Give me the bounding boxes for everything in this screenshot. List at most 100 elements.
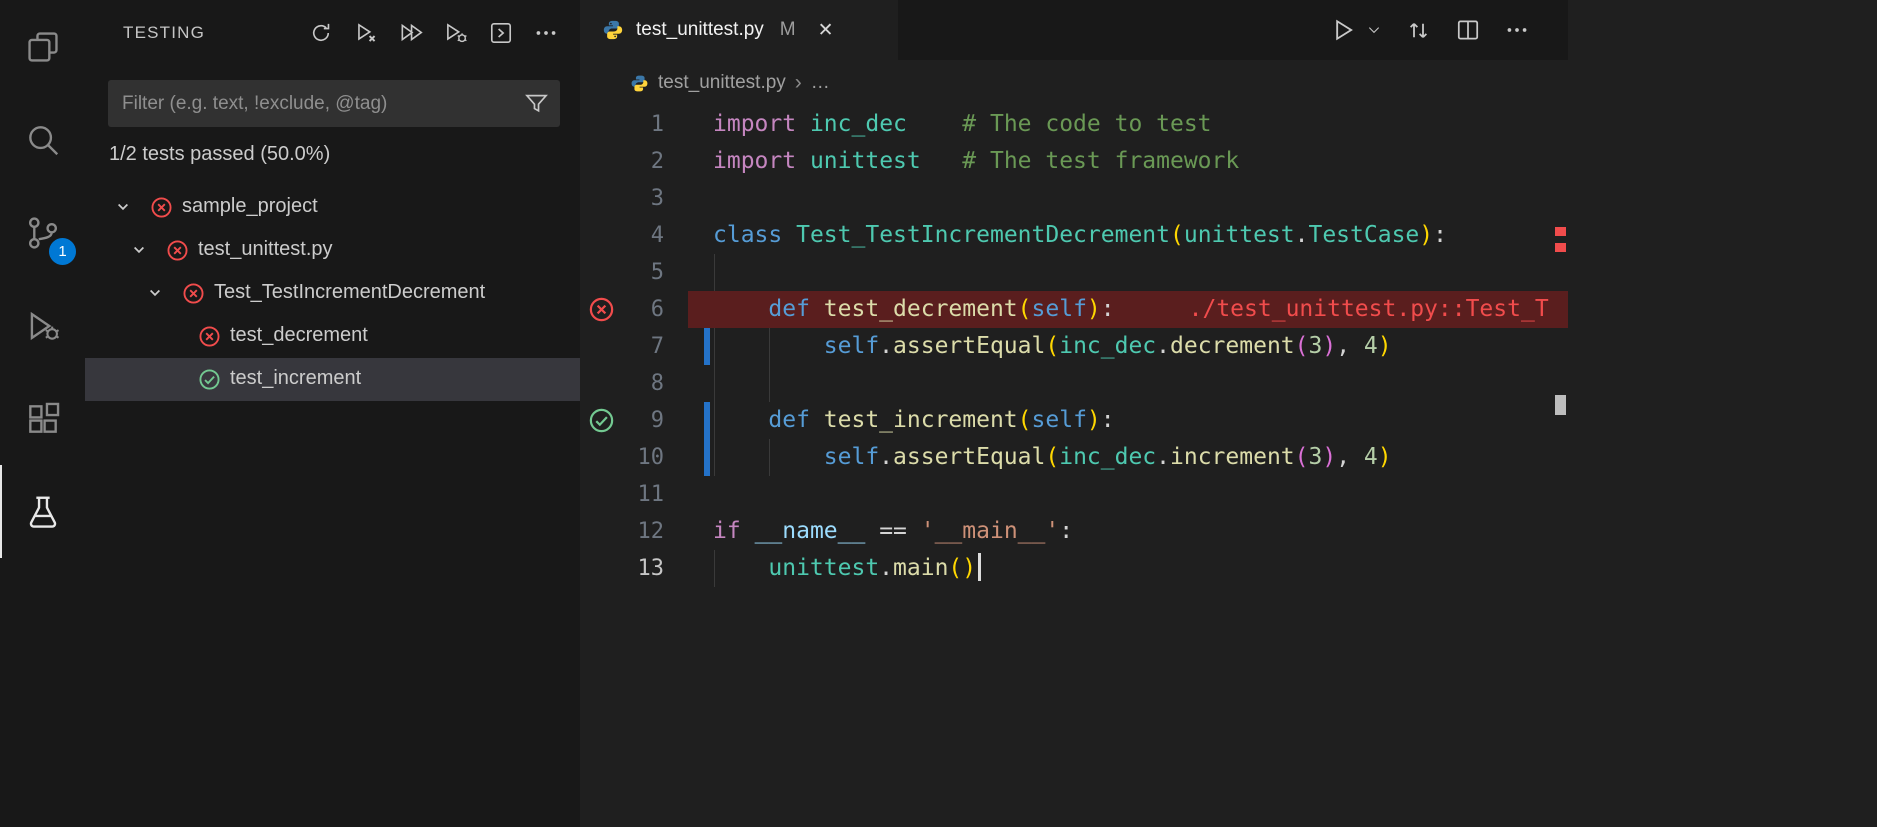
editor-group: test_unittest.py M ✕ test_unittest.py › … [580,0,1568,827]
filter-funnel-icon[interactable] [523,90,550,122]
goto-test-button[interactable] [487,19,515,47]
token: , [1336,333,1364,359]
token: . [1156,333,1171,359]
overview-ruler[interactable] [1552,0,1568,827]
code-text: def test_decrement(self): ./test_unittest… [713,291,1549,328]
breadcrumb-file[interactable]: test_unittest.py [658,72,786,94]
tree-item-label: test_unittest.py [198,238,333,260]
code-line-6[interactable]: 6 def test_decrement(self): ./test_unitte… [580,291,1568,328]
code-line-11[interactable]: 11 [580,476,1568,513]
chevron-down-icon[interactable] [145,283,165,303]
rerun-failed-tests-button[interactable] [352,19,380,47]
token: Test_TestIncrementDecrement [796,222,1170,248]
activity-testing-button[interactable] [0,465,85,558]
test-fail-icon [198,325,221,348]
chevron-down-icon[interactable] [129,240,149,260]
activity-source-control-button[interactable]: 1 [0,186,85,279]
tree-item-label: Test_TestIncrementDecrement [214,281,486,303]
test-fail-icon [182,282,205,305]
test-filter-input[interactable] [108,80,560,127]
code-line-2[interactable]: 2 import unittest # The test framework [580,143,1568,180]
play-icon [1336,19,1353,41]
ruler-cursor-mark [1555,395,1566,415]
code-line-13[interactable]: 13 unittest.main() [580,550,1568,587]
line-number: 2 [650,149,664,174]
code-line-4[interactable]: 4 class Test_TestIncrementDecrement(unitt… [580,217,1568,254]
token: () [948,555,977,581]
tab-test-unittest[interactable]: test_unittest.py M ✕ [580,0,898,60]
editor-more-actions-button[interactable] [1504,17,1530,43]
token: import [713,148,797,174]
code-text: import inc_dec # The code to test [713,106,1212,143]
tab-title: test_unittest.py [636,19,764,40]
token: if [713,518,741,544]
token: self [1031,407,1087,433]
code-line-9[interactable]: 9 def test_increment(self): [580,402,1568,439]
token: test_decrement [823,296,1018,322]
activity-explorer-button[interactable] [0,0,85,93]
breadcrumb: test_unittest.py › … [580,60,1568,106]
token: ( [1017,407,1032,433]
code-line-3[interactable]: 3 [580,180,1568,217]
run-options-dropdown[interactable] [1366,22,1382,38]
token: # The test framework [962,148,1240,174]
token: '__main__' [920,518,1060,544]
open-changes-button[interactable] [1405,17,1432,44]
gutter-test-fail-icon[interactable] [588,296,615,323]
tab-close-icon[interactable]: ✕ [818,19,834,42]
tree-item-label: test_decrement [230,324,368,346]
chevron-down-icon[interactable] [113,197,133,217]
token: , [1336,444,1364,470]
line-number: 7 [650,334,664,359]
run-all-tests-button[interactable] [397,19,425,47]
line-number: 1 [650,112,664,137]
tab-bar: test_unittest.py M ✕ [580,0,1568,60]
code-line-8[interactable]: 8 [580,365,1568,402]
gutter-test-pass-icon[interactable] [588,407,615,434]
tree-item-test_unittest.py[interactable]: test_unittest.py [85,229,580,272]
test-fail-icon [150,196,173,219]
code-line-7[interactable]: 7 self.assertEqual(inc_dec.decrement(3),… [580,328,1568,365]
tree-item-sample_project[interactable]: sample_project [85,186,580,229]
token: def [768,296,810,322]
split-editor-button[interactable] [1455,17,1481,43]
run-python-file-button[interactable] [1329,16,1357,44]
debug-tests-button[interactable] [442,19,470,47]
more-actions-button[interactable] [532,19,560,47]
activity-extensions-button[interactable] [0,372,85,465]
token: unittest [809,148,921,174]
code-lines: 1 import inc_dec # The code to test 2 impor… [580,106,1568,587]
tree-item-label: test_increment [230,367,362,389]
token: ) [1086,296,1101,322]
token: unittest [1183,222,1295,248]
activity-run-debug-button[interactable] [0,279,85,372]
files-icon [27,31,58,62]
token: ) [1419,222,1434,248]
token: ) [1377,333,1392,359]
token: self [823,444,880,470]
code-text: def test_increment(self): [713,402,1115,439]
code-line-1[interactable]: 1 import inc_dec # The code to test [580,106,1568,143]
token: ( [1017,296,1032,322]
tree-item-Test_TestIncrementDecrement[interactable]: Test_TestIncrementDecrement [85,272,580,315]
tree-item-test_increment[interactable]: test_increment [85,358,580,401]
open-box-icon [490,22,512,44]
breadcrumb-more[interactable]: … [811,72,830,94]
inline-test-error: ./test_unittest.py::Test_T [1188,296,1549,322]
code-line-10[interactable]: 10 self.assertEqual(inc_dec.increment(3)… [580,439,1568,476]
code-line-5[interactable]: 5 [580,254,1568,291]
tree-item-test_decrement[interactable]: test_decrement [85,315,580,358]
activity-bar: 1 [0,0,85,827]
token: : [1100,407,1115,433]
code-line-12[interactable]: 12 if __name__ == '__main__': [580,513,1568,550]
activity-search-button[interactable] [0,93,85,186]
token: assertEqual [893,333,1046,359]
scm-badge: 1 [49,238,76,265]
refresh-tests-button[interactable] [307,19,335,47]
